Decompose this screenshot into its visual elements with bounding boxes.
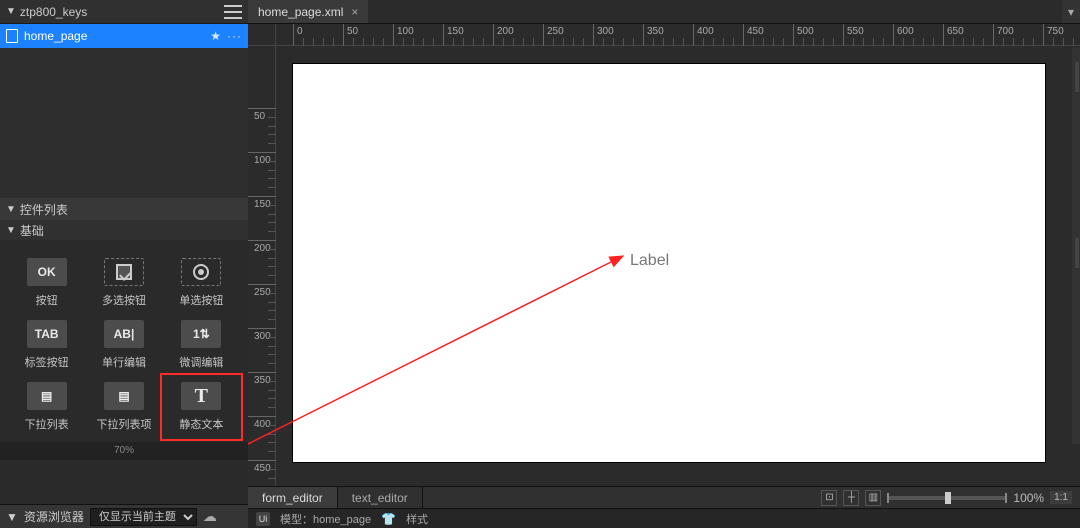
horizontal-ruler: 0501001502002503003504004505005506006507…: [276, 24, 1080, 46]
resource-browser-header[interactable]: ▼ 资源浏览器 仅显示当前主题 ☁: [0, 504, 248, 528]
status-style: 样式: [406, 511, 428, 527]
widget-combo[interactable]: ▤ 下拉列表: [10, 378, 83, 436]
tabbar-chevron[interactable]: ▾: [1062, 0, 1080, 23]
tab-form-editor[interactable]: form_editor: [248, 487, 338, 508]
text-edit-icon: AB|: [104, 320, 144, 348]
zoom-controls: ⊡ ┼ ▥ 100% 1:1: [813, 487, 1080, 508]
radio-icon: [181, 258, 221, 286]
zoom-percent: 100%: [1013, 491, 1044, 505]
cloud-icon[interactable]: ☁: [203, 508, 217, 525]
widget-checkbox[interactable]: 多选按钮: [87, 254, 160, 312]
status-bar: Ui 模型：home_page 👕 样式: [248, 508, 1080, 528]
widget-zoom-legend: 70%: [0, 442, 248, 460]
widgets-panel-header[interactable]: ▼ 控件列表: [0, 198, 248, 220]
tab-label: home_page.xml: [258, 5, 343, 19]
file-icon: [6, 29, 18, 43]
tab-spacer: [423, 487, 814, 508]
snap-icon[interactable]: ⊡: [821, 490, 837, 506]
align-icon[interactable]: ┼: [843, 490, 859, 506]
canvas-label-element[interactable]: Label: [630, 252, 669, 270]
widgets-group-header[interactable]: ▼ 基础: [0, 220, 248, 240]
tab-text-editor[interactable]: text_editor: [338, 487, 423, 508]
widget-tab-button[interactable]: TAB 标签按钮: [10, 316, 83, 374]
widget-label: 微调编辑: [179, 354, 223, 370]
widget-label: 下拉列表项: [96, 416, 151, 432]
widget-label: 单选按钮: [179, 292, 223, 308]
checkbox-icon: [104, 258, 144, 286]
design-area: 0501001502002503003504004505005506006507…: [248, 24, 1080, 486]
widget-line-edit[interactable]: AB| 单行编辑: [87, 316, 160, 374]
tabbar-spacer: [368, 0, 1062, 23]
widget-combo-item[interactable]: ▤ 下拉列表项: [87, 378, 160, 436]
ruler-corner: [248, 24, 276, 46]
collapse-icon: ▼: [6, 510, 18, 524]
zoom-ratio[interactable]: 1:1: [1050, 491, 1072, 504]
editor-mode-tabs: form_editor text_editor ⊡ ┼ ▥ 100% 1:1: [248, 486, 1080, 508]
right-splitter[interactable]: [1072, 48, 1080, 444]
tab-home-page-xml[interactable]: home_page.xml ×: [248, 0, 368, 23]
collapse-icon: ▼: [6, 6, 16, 17]
star-icon[interactable]: ★: [210, 29, 221, 43]
menu-icon[interactable]: [224, 5, 242, 19]
widget-label: 下拉列表: [25, 416, 69, 432]
vertical-ruler: 50100150200250300350400450: [248, 46, 276, 486]
widgets-grid: OK 按钮 多选按钮 单选按钮 TAB 标签按钮 AB| 单行编辑 1⇅ 微调编…: [0, 240, 248, 442]
widget-button[interactable]: OK 按钮: [10, 254, 83, 312]
ok-icon: OK: [27, 258, 67, 286]
widget-label: 标签按钮: [25, 354, 69, 370]
widget-static-text[interactable]: T 静态文本: [165, 378, 238, 436]
widget-label: 单行编辑: [102, 354, 146, 370]
collapse-icon: ▼: [6, 204, 16, 215]
combo-item-icon: ▤: [104, 382, 144, 410]
widget-label: 静态文本: [179, 416, 223, 432]
widget-label: 按钮: [36, 292, 58, 308]
close-icon[interactable]: ×: [351, 5, 358, 19]
theme-filter-select[interactable]: 仅显示当前主题: [90, 508, 197, 526]
widgets-panel-title: 控件列表: [20, 201, 68, 218]
ui-icon: Ui: [256, 512, 270, 526]
more-icon[interactable]: ···: [227, 29, 242, 43]
widget-spin-edit[interactable]: 1⇅ 微调编辑: [165, 316, 238, 374]
design-canvas[interactable]: Label: [293, 64, 1045, 462]
combo-icon: ▤: [27, 382, 67, 410]
widget-label: 多选按钮: [102, 292, 146, 308]
resource-browser-title: 资源浏览器: [24, 508, 84, 525]
widget-radio[interactable]: 单选按钮: [165, 254, 238, 312]
tab-icon: TAB: [27, 320, 67, 348]
file-item-home-page[interactable]: home_page ★ ···: [0, 24, 248, 48]
file-name: home_page: [24, 29, 210, 43]
editor-tabbar: home_page.xml × ▾: [248, 0, 1080, 24]
style-icon[interactable]: 👕: [381, 512, 396, 526]
status-model: 模型：home_page: [280, 511, 371, 527]
zoom-knob[interactable]: [945, 492, 951, 504]
widgets-group-title: 基础: [20, 222, 44, 239]
zoom-slider[interactable]: [887, 496, 1007, 500]
grid-icon[interactable]: ▥: [865, 490, 881, 506]
project-header[interactable]: ▼ ztp800_keys: [0, 0, 248, 24]
text-icon: T: [181, 382, 221, 410]
spin-icon: 1⇅: [181, 320, 221, 348]
collapse-icon: ▼: [6, 225, 16, 236]
project-title: ztp800_keys: [20, 5, 224, 19]
project-tree-body: [0, 48, 248, 198]
